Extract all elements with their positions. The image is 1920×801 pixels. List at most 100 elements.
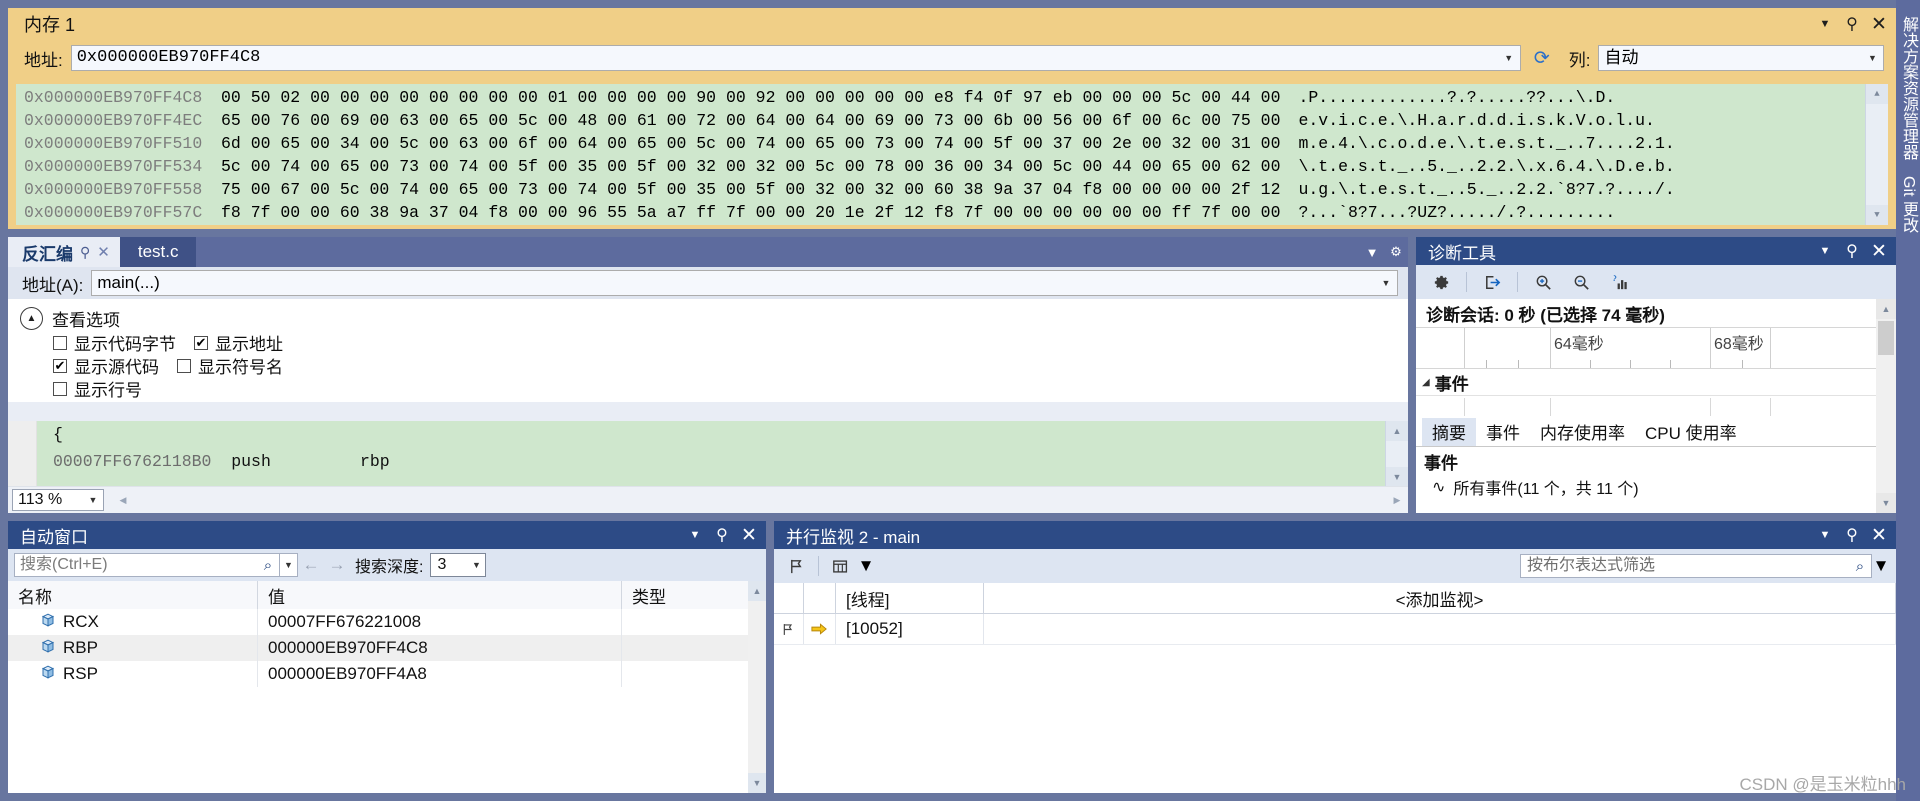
memory-columns-chevron-down-icon[interactable]: ▼ bbox=[1861, 46, 1883, 70]
disassembly-gutter[interactable] bbox=[8, 421, 37, 487]
memory-row-hex[interactable]: 5c 00 74 00 65 00 73 00 74 00 5f 00 35 0… bbox=[221, 155, 1280, 178]
tab-memory-usage[interactable]: 内存使用率 bbox=[1530, 417, 1635, 446]
zoom-in-icon[interactable] bbox=[1526, 267, 1560, 297]
memory-row-ascii[interactable]: u.g.\.t.e.s.t._..5._..2.2.`8?7.?..../. bbox=[1280, 178, 1674, 201]
columns-icon[interactable] bbox=[825, 552, 857, 580]
parallel-watch-watch-cell[interactable] bbox=[984, 614, 1896, 644]
tab-test-c[interactable]: test.c bbox=[119, 237, 197, 267]
memory-address-combo[interactable]: ▼ bbox=[70, 45, 1521, 71]
memory-row-hex[interactable]: 00 50 02 00 00 00 00 00 00 00 00 01 00 0… bbox=[221, 86, 1280, 109]
diagnostic-events-header[interactable]: ◢ 事件 bbox=[1416, 369, 1896, 395]
disassembly-address-combo[interactable]: main(...) ▼ bbox=[91, 270, 1398, 296]
column-header-name[interactable]: 名称 bbox=[8, 581, 258, 609]
diagnostic-vertical-scrollbar[interactable]: ▲ ▼ bbox=[1876, 299, 1896, 513]
diagnostic-scrollbar-thumb[interactable] bbox=[1878, 321, 1894, 355]
disassembly-panel-settings-icon[interactable]: ⚙ bbox=[1384, 237, 1408, 267]
memory-scroll-down-icon[interactable]: ▼ bbox=[1866, 205, 1888, 225]
disassembly-hscroll-track[interactable] bbox=[134, 494, 1386, 506]
memory-refresh-icon[interactable]: ⟳ bbox=[1527, 44, 1557, 72]
parallel-watch-pin-icon[interactable]: ⚲ bbox=[1841, 524, 1863, 546]
autos-vertical-scrollbar[interactable]: ▲ ▼ bbox=[748, 581, 766, 793]
column-header-thread[interactable]: [线程] bbox=[836, 583, 984, 613]
table-row[interactable]: RCX 00007FF676221008 bbox=[8, 609, 748, 635]
search-depth-chevron-down-icon[interactable]: ▼ bbox=[467, 560, 485, 570]
disassembly-scroll-up-icon[interactable]: ▲ bbox=[1386, 421, 1408, 441]
memory-row-hex[interactable]: 65 00 76 00 69 00 63 00 65 00 5c 00 48 0… bbox=[221, 109, 1280, 132]
autos-scroll-down-icon[interactable]: ▼ bbox=[748, 773, 766, 793]
view-options-collapse-icon[interactable]: ▲ bbox=[20, 306, 43, 330]
parallel-watch-close-icon[interactable]: ✕ bbox=[1868, 524, 1890, 546]
checkbox-show-line-numbers[interactable] bbox=[53, 381, 67, 396]
chart-help-icon[interactable] bbox=[1602, 267, 1636, 297]
search-icon[interactable]: ⌕ bbox=[257, 557, 279, 574]
memory-row[interactable]: 0x000000EB970FF534 5c 00 74 00 65 00 73 0… bbox=[16, 155, 1866, 178]
memory-panel-close-icon[interactable]: ✕ bbox=[1868, 13, 1890, 35]
tab-cpu-usage[interactable]: CPU 使用率 bbox=[1635, 417, 1747, 446]
tab-events[interactable]: 事件 bbox=[1476, 417, 1530, 446]
column-header-type[interactable]: 类型 bbox=[622, 581, 766, 609]
column-header-add-watch[interactable]: <添加监视> bbox=[984, 583, 1896, 613]
memory-row-hex[interactable]: 75 00 67 00 5c 00 74 00 65 00 73 00 74 0… bbox=[221, 178, 1280, 201]
memory-address-chevron-down-icon[interactable]: ▼ bbox=[1498, 46, 1520, 70]
checkbox-show-symbol-names[interactable] bbox=[177, 358, 191, 373]
autos-grid-body[interactable]: RCX 00007FF676221008 RBP 000000EB970FF4C8 RS… bbox=[8, 609, 748, 793]
checkbox-show-source-code[interactable]: ✔ bbox=[53, 358, 67, 373]
memory-panel-pin-icon[interactable]: ⚲ bbox=[1841, 13, 1863, 35]
autos-row-value[interactable]: 00007FF676221008 bbox=[258, 609, 622, 635]
autos-row-value[interactable]: 000000EB970FF4C8 bbox=[258, 635, 622, 661]
disassembly-code-area[interactable]: {00007FF6762118B0 push rbp ▲ ▼ bbox=[8, 421, 1408, 487]
search-options-chevron-down-icon[interactable]: ▼ bbox=[280, 553, 298, 577]
memory-row[interactable]: 0x000000EB970FF558 75 00 67 00 5c 00 74 0… bbox=[16, 178, 1866, 201]
autos-search-box[interactable]: ⌕ bbox=[14, 553, 280, 577]
tab-summary[interactable]: 摘要 bbox=[1422, 417, 1476, 446]
autos-row-name-cell[interactable]: RSP bbox=[8, 661, 258, 687]
tab-disassembly-pin-icon[interactable]: ⚲ bbox=[80, 244, 90, 261]
table-row[interactable]: RBP 000000EB970FF4C8 bbox=[8, 635, 748, 661]
flag-icon[interactable] bbox=[780, 552, 812, 580]
memory-hex-view[interactable]: 0x000000EB970FF4C8 00 50 02 00 00 00 00 0… bbox=[16, 84, 1888, 225]
tab-disassembly[interactable]: 反汇编 ⚲ ✕ bbox=[8, 237, 120, 267]
zoom-out-icon[interactable] bbox=[1564, 267, 1598, 297]
disassembly-code-lines[interactable]: {00007FF6762118B0 push rbp bbox=[37, 421, 1385, 487]
disassembly-hscroll-right-icon[interactable]: ▶ bbox=[1386, 495, 1408, 506]
filter-search-icon[interactable]: ⌕ bbox=[1849, 558, 1871, 575]
autos-row-name-cell[interactable]: RCX bbox=[8, 609, 258, 635]
memory-row-hex[interactable]: 6d 00 65 00 34 00 5c 00 63 00 6f 00 64 0… bbox=[221, 132, 1280, 155]
memory-scroll-up-icon[interactable]: ▲ bbox=[1866, 84, 1888, 104]
disassembly-line[interactable]: { bbox=[37, 421, 1385, 448]
memory-row-hex[interactable]: f8 7f 00 00 60 38 9a 37 04 f8 00 00 96 5… bbox=[221, 201, 1280, 224]
columns-chevron-down-icon[interactable]: ▼ bbox=[857, 552, 875, 580]
memory-row[interactable]: 0x000000EB970FF4C8 00 50 02 00 00 00 00 0… bbox=[16, 86, 1866, 109]
autos-panel-close-icon[interactable]: ✕ bbox=[738, 524, 760, 546]
checkbox-show-code-bytes[interactable] bbox=[53, 335, 67, 350]
memory-columns-combo[interactable]: 自动 ▼ bbox=[1598, 45, 1885, 71]
memory-vertical-scrollbar[interactable]: ▲ ▼ bbox=[1865, 84, 1888, 225]
disassembly-vertical-scrollbar[interactable]: ▲ ▼ bbox=[1385, 421, 1408, 487]
memory-row[interactable]: 0x000000EB970FF57C f8 7f 00 00 60 38 9a 3… bbox=[16, 201, 1866, 224]
autos-panel-dropdown-icon[interactable]: ▼ bbox=[684, 524, 706, 546]
arrow-left-icon[interactable]: ← bbox=[298, 555, 324, 575]
parallel-watch-thread-id[interactable]: [10052] bbox=[836, 614, 984, 644]
memory-row[interactable]: 0x000000EB970FF510 6d 00 65 00 34 00 5c 0… bbox=[16, 132, 1866, 155]
memory-row-ascii[interactable]: ?...`8?7...?UZ?...../.?......... bbox=[1280, 201, 1615, 224]
autos-panel-pin-icon[interactable]: ⚲ bbox=[711, 524, 733, 546]
view-options-header[interactable]: ▲ 查看选项 bbox=[8, 305, 1408, 331]
autos-scroll-up-icon[interactable]: ▲ bbox=[748, 581, 766, 601]
search-input[interactable] bbox=[15, 555, 257, 575]
parallel-watch-grid-body[interactable]: [10052] bbox=[774, 614, 1896, 645]
disassembly-address-chevron-down-icon[interactable]: ▼ bbox=[1375, 271, 1397, 295]
memory-row-ascii[interactable]: e.v.i.c.e.\.H.a.r.d.d.i.s.k.V.o.l.u. bbox=[1280, 109, 1654, 132]
diagnostic-list-item[interactable]: ∿ 所有事件(11 个，共 11 个) bbox=[1416, 475, 1896, 499]
arrow-right-icon[interactable]: → bbox=[324, 555, 350, 575]
disassembly-panel-dropdown-icon[interactable]: ▼ bbox=[1360, 237, 1384, 267]
dock-item-git-changes[interactable]: Git 更改 bbox=[1894, 168, 1920, 241]
memory-row-ascii[interactable]: \.t.e.s.t._..5._..2.2.\.x.6.4.\.D.e.b. bbox=[1280, 155, 1674, 178]
diagnostic-panel-dropdown-icon[interactable]: ▼ bbox=[1814, 240, 1836, 262]
disassembly-zoom-combo[interactable]: 113 % ▼ bbox=[12, 489, 104, 511]
filter-options-chevron-down-icon[interactable]: ▼ bbox=[1872, 552, 1890, 580]
export-icon[interactable] bbox=[1475, 267, 1509, 297]
memory-panel-dropdown-icon[interactable]: ▼ bbox=[1814, 13, 1836, 35]
disassembly-scroll-down-icon[interactable]: ▼ bbox=[1386, 467, 1408, 487]
diagnostic-scroll-up-icon[interactable]: ▲ bbox=[1876, 299, 1896, 319]
filter-input[interactable] bbox=[1521, 556, 1849, 576]
